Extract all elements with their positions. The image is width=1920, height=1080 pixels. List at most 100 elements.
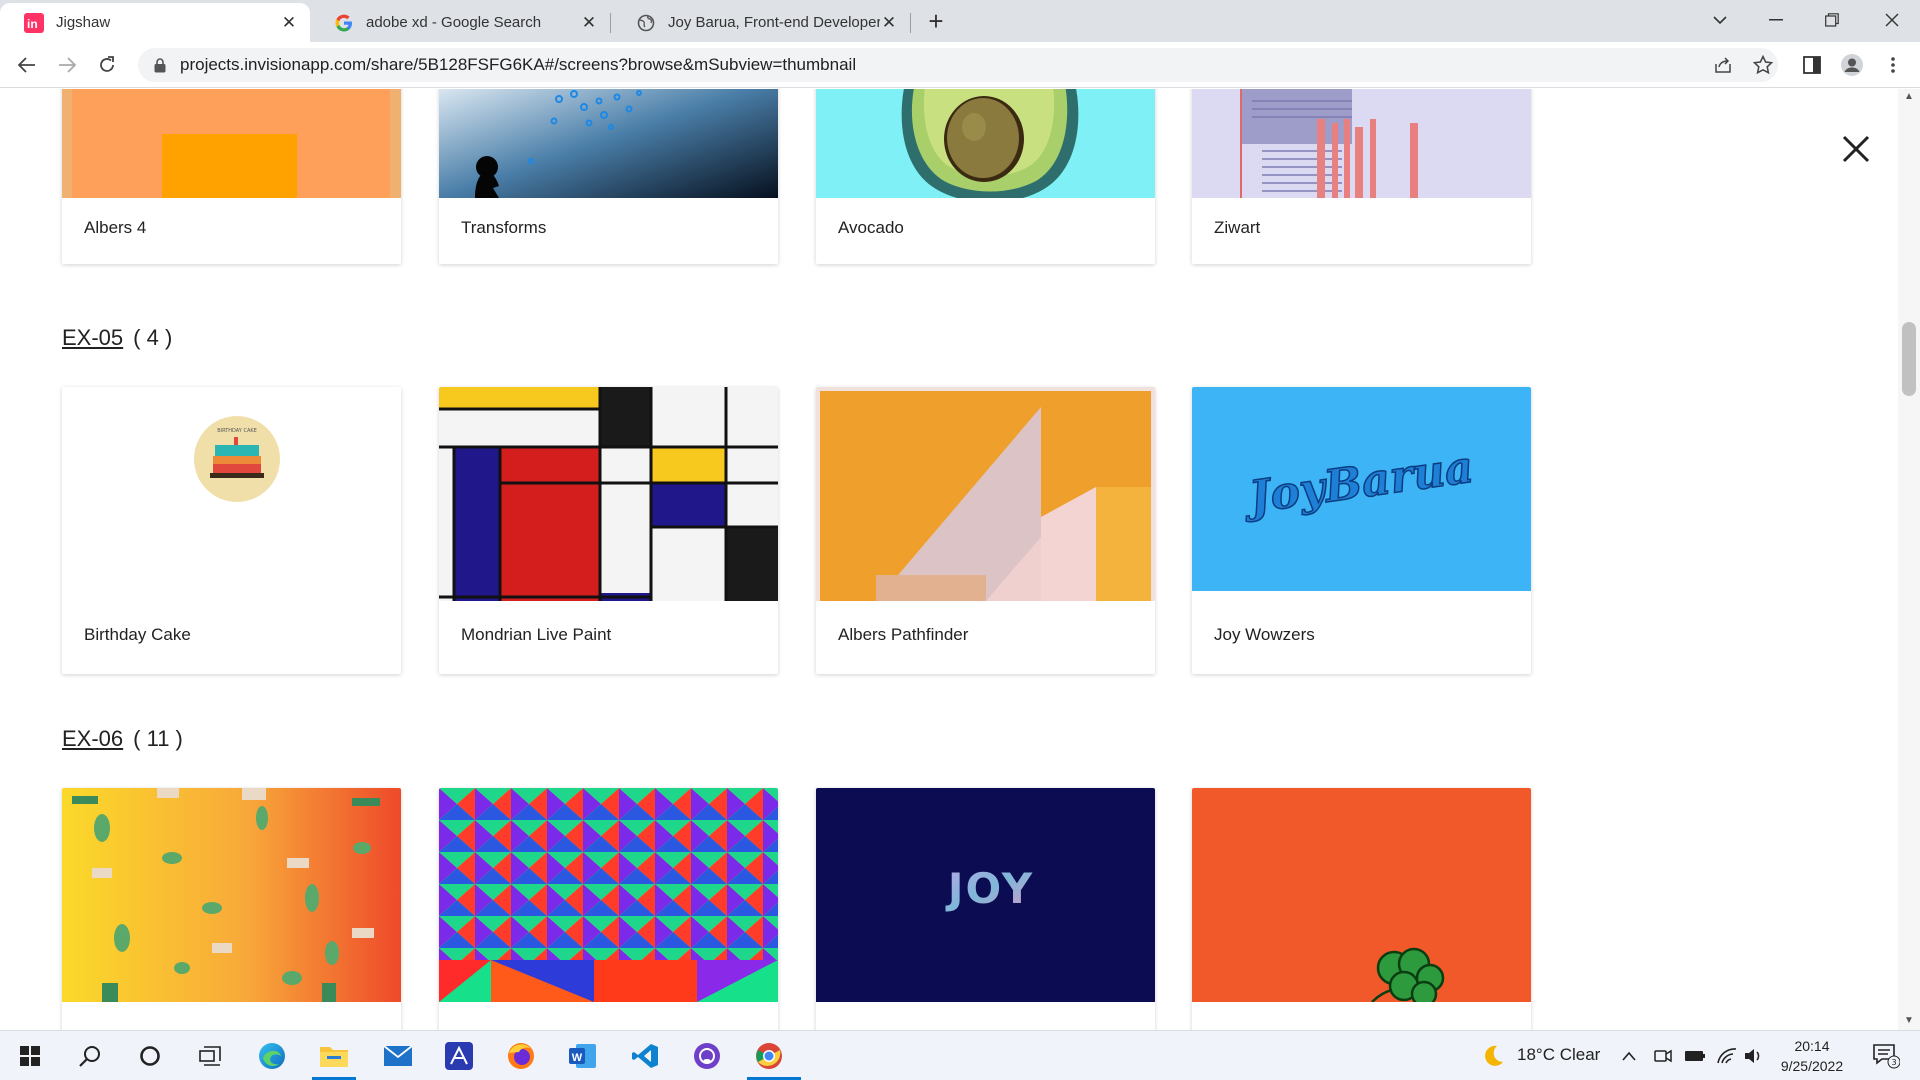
scroll-up-icon[interactable]: ▲ (1904, 91, 1914, 102)
screen-card-mondrian-live-paint[interactable]: Mondrian Live Paint (439, 387, 778, 674)
thumbnail (62, 788, 401, 1002)
side-panel-icon[interactable] (1797, 50, 1827, 80)
url-text: projects.invisionapp.com/share/5B128FSFG… (180, 55, 857, 74)
screen-card-joy-text[interactable]: JOY (816, 788, 1155, 1030)
word-icon[interactable]: W (561, 1036, 605, 1076)
section-link[interactable]: EX-06 (62, 726, 123, 751)
scroll-down-icon[interactable]: ▼ (1904, 1015, 1914, 1026)
restore-icon[interactable] (1804, 0, 1860, 40)
minimize-icon[interactable] (1748, 0, 1804, 40)
close-icon[interactable] (1836, 129, 1876, 169)
forward-icon[interactable] (52, 50, 82, 80)
screen-name: Albers Pathfinder (838, 625, 969, 644)
windows-start-icon[interactable] (8, 1036, 52, 1076)
birthday-cake-thumbnail: BIRTHDAY CAKE (62, 387, 401, 601)
close-window-icon[interactable] (1864, 0, 1920, 40)
notification-center-icon[interactable]: 3 (1864, 1036, 1908, 1076)
tab-separator (610, 13, 611, 33)
profile-avatar-icon[interactable] (1837, 50, 1867, 80)
screen-card-cactus-pattern[interactable] (62, 788, 401, 1030)
edge-icon[interactable] (250, 1036, 294, 1076)
avocado-thumbnail (816, 89, 1155, 198)
windows-taskbar: W 18°C Clear 20:14 9/25/2022 3 (0, 1030, 1920, 1080)
invision-screens-browser: Albers 4 Transforms Avocado Ziwart EX-05… (0, 89, 1920, 1030)
system-clock[interactable]: 20:14 9/25/2022 (1762, 1036, 1862, 1076)
scrollbar-thumb[interactable] (1902, 322, 1916, 396)
tab-joy-barua[interactable]: Joy Barua, Front-end Developer ✕ (612, 3, 910, 42)
albers-pathfinder-thumbnail (816, 387, 1155, 601)
thumbnail (439, 788, 778, 1002)
thumbnail: JoyBarua (1192, 387, 1531, 591)
albers-4-thumbnail (62, 89, 401, 198)
cortana-icon[interactable] (128, 1036, 172, 1076)
screen-name: Birthday Cake (84, 625, 191, 644)
meet-now-icon[interactable] (1648, 1036, 1678, 1076)
svg-text:in: in (27, 17, 38, 31)
lock-icon[interactable] (150, 55, 170, 75)
chrome-icon[interactable] (747, 1036, 791, 1076)
screen-card-avocado[interactable]: Avocado (816, 89, 1155, 264)
close-tab-icon[interactable]: ✕ (880, 13, 898, 33)
battery-icon[interactable] (1680, 1036, 1710, 1076)
weather-moon-icon[interactable] (1470, 1036, 1514, 1076)
thumbnail (62, 89, 401, 198)
section-link[interactable]: EX-05 (62, 325, 123, 350)
chevron-up-icon[interactable] (1614, 1036, 1644, 1076)
close-tab-icon[interactable]: ✕ (280, 13, 298, 33)
screen-name: Ziwart (1214, 218, 1261, 237)
file-explorer-icon[interactable] (312, 1036, 356, 1076)
transforms-thumbnail (439, 89, 778, 198)
section-count: ( 4 ) (133, 325, 173, 350)
search-icon[interactable] (68, 1036, 112, 1076)
tab-google-search[interactable]: adobe xd - Google Search ✕ (310, 3, 610, 42)
ziwart-thumbnail (1192, 89, 1531, 198)
thumbnail: JOY (816, 788, 1155, 1002)
github-desktop-icon[interactable] (685, 1036, 729, 1076)
task-view-icon[interactable] (188, 1036, 232, 1076)
screen-card-albers-4[interactable]: Albers 4 (62, 89, 401, 264)
joy-wowzers-thumbnail: JoyBarua (1192, 387, 1531, 591)
browser-toolbar: projects.invisionapp.com/share/5B128FSFG… (0, 42, 1920, 88)
tab-search-chevron-icon[interactable] (1692, 0, 1748, 40)
address-bar[interactable]: projects.invisionapp.com/share/5B128FSFG… (138, 48, 1778, 82)
chrome-menu-icon[interactable] (1878, 50, 1908, 80)
thumbnail (439, 89, 778, 198)
clock-date: 9/25/2022 (1780, 1058, 1844, 1074)
screen-card-albers-pathfinder[interactable]: Albers Pathfinder (816, 387, 1155, 674)
firefox-icon[interactable] (499, 1036, 543, 1076)
thumbnail (816, 89, 1155, 198)
screen-card-ziwart[interactable]: Ziwart (1192, 89, 1531, 264)
mail-icon[interactable] (376, 1036, 420, 1076)
screen-card-orange-broccoli[interactable] (1192, 788, 1531, 1030)
affinity-designer-icon[interactable] (437, 1036, 481, 1076)
section-header-ex06: EX-06 ( 11 ) (62, 726, 183, 752)
back-icon[interactable] (12, 50, 42, 80)
tab-jigshaw[interactable]: in Jigshaw ✕ (0, 3, 310, 42)
bookmark-star-icon[interactable] (1748, 50, 1778, 80)
screen-card-transforms[interactable]: Transforms (439, 89, 778, 264)
thumbnail: BIRTHDAY CAKE (62, 387, 401, 601)
close-tab-icon[interactable]: ✕ (580, 13, 598, 33)
weather-text[interactable]: 18°C Clear (1517, 1045, 1600, 1065)
cactus-pattern-thumbnail (62, 788, 401, 1002)
screen-name: Avocado (838, 218, 904, 237)
cake-caption: BIRTHDAY CAKE (217, 428, 257, 434)
google-icon (334, 13, 354, 33)
browser-tab-bar: in Jigshaw ✕ adobe xd - Google Search ✕ … (0, 0, 1920, 42)
page-scrollbar[interactable]: ▲ ▼ (1898, 89, 1920, 1030)
screen-card-triangles-pattern[interactable] (439, 788, 778, 1030)
thumbnail (1192, 89, 1531, 198)
share-icon[interactable] (1708, 50, 1738, 80)
screen-card-birthday-cake[interactable]: BIRTHDAY CAKE Birthday Cake (62, 387, 401, 674)
new-tab-icon[interactable]: + (922, 8, 950, 34)
screen-name: Transforms (461, 218, 547, 237)
joy-text-thumbnail: JOY (816, 788, 1155, 1002)
reload-icon[interactable] (92, 50, 122, 80)
vscode-icon[interactable] (623, 1036, 667, 1076)
svg-text:W: W (572, 1052, 583, 1064)
tab-title: adobe xd - Google Search (366, 14, 542, 31)
section-count: ( 11 ) (133, 726, 183, 751)
invision-icon: in (24, 12, 44, 33)
screen-card-joy-wowzers[interactable]: JoyBarua Joy Wowzers (1192, 387, 1531, 674)
thumbnail (816, 387, 1155, 601)
